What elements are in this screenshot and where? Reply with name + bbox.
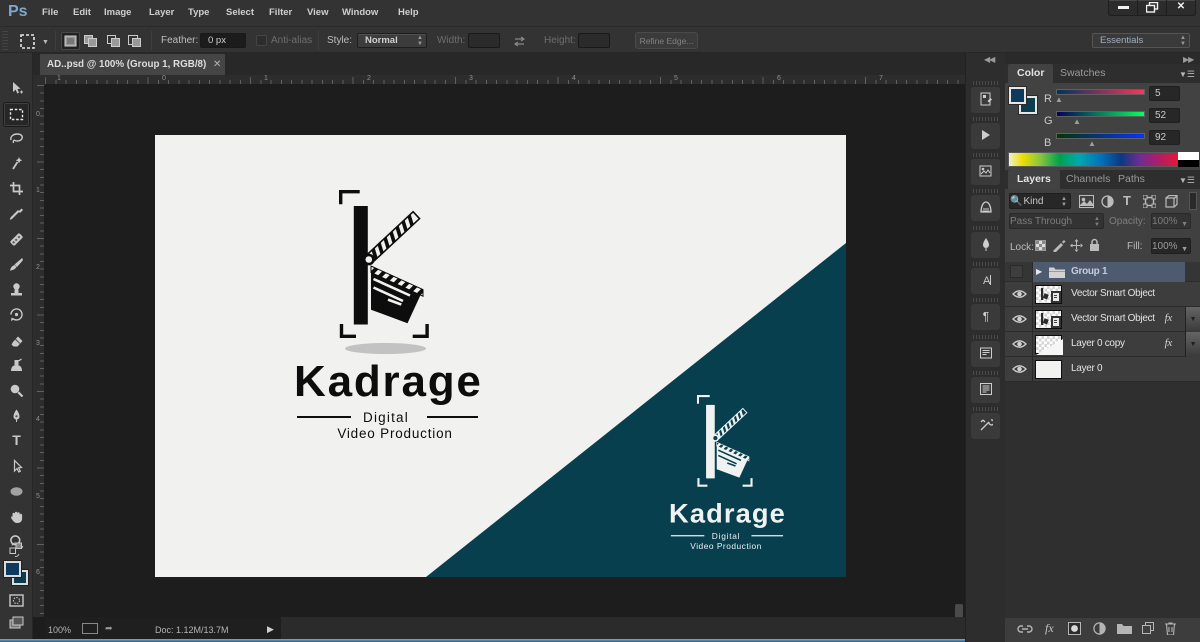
svg-text:¶: ¶	[982, 310, 988, 324]
svg-text:A: A	[983, 275, 991, 287]
svg-text:T: T	[12, 433, 21, 448]
